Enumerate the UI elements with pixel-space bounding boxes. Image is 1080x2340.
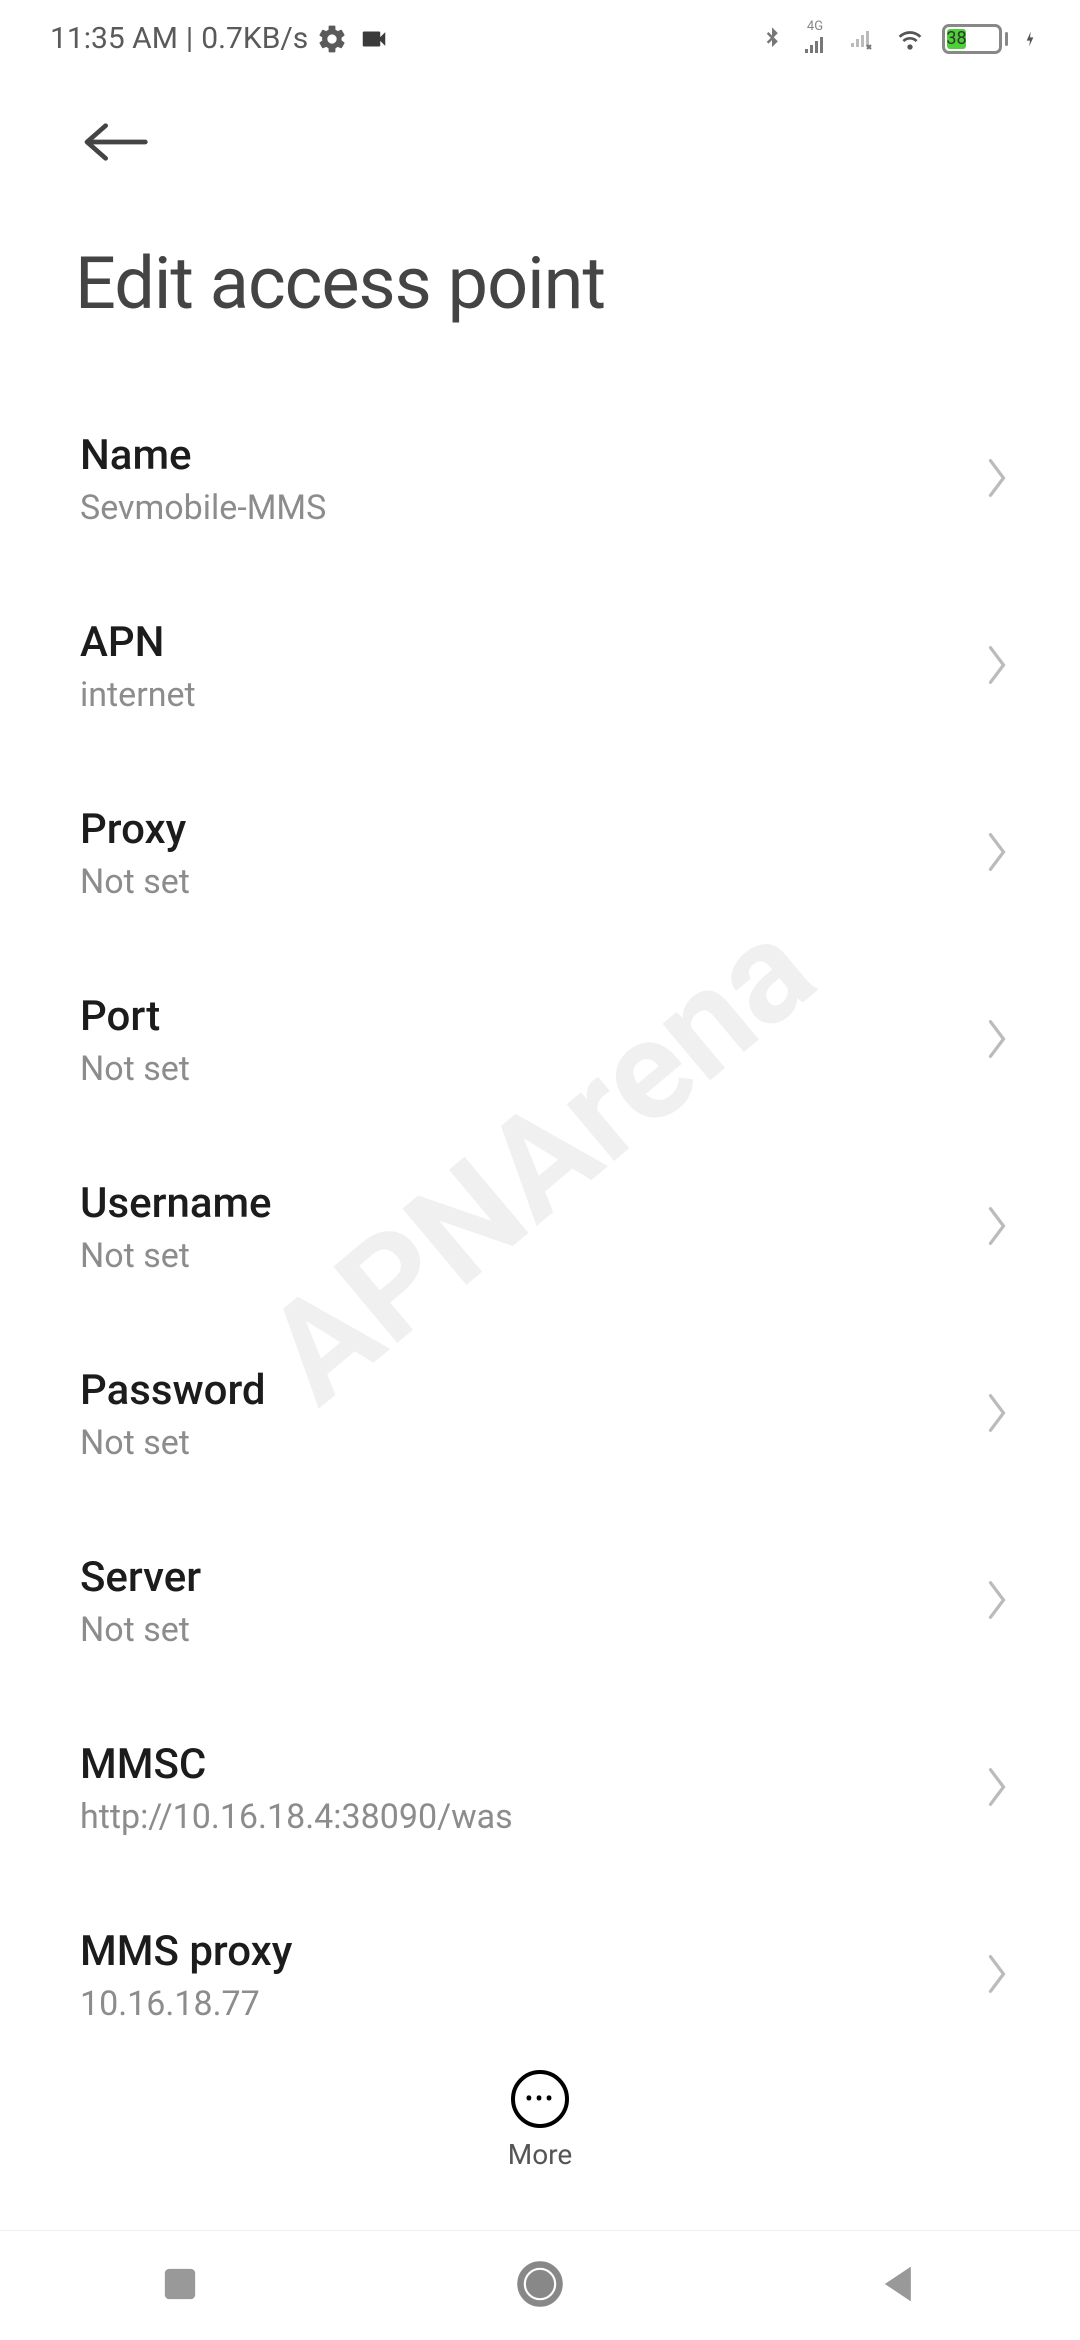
nav-recent-button[interactable] [154, 2258, 206, 2314]
setting-apn[interactable]: APN internet [0, 573, 1080, 760]
back-button[interactable] [80, 152, 150, 171]
status-time: 11:35 AM [50, 21, 178, 56]
battery-percent: 38 [947, 29, 966, 49]
setting-label: Proxy [80, 805, 984, 854]
setting-username[interactable]: Username Not set [0, 1134, 1080, 1321]
setting-value: http://10.16.18.4:38090/was [80, 1797, 984, 1837]
signal-no-sim-icon [844, 27, 878, 51]
setting-mmsc[interactable]: MMSC http://10.16.18.4:38090/was [0, 1695, 1080, 1882]
page-title: Edit access point [0, 201, 1080, 386]
camera-icon [356, 24, 392, 54]
chevron-right-icon [984, 1952, 1010, 2000]
setting-value: Not set [80, 1049, 984, 1089]
signal-4g-group: 4G [798, 20, 832, 57]
setting-value: Not set [80, 1610, 984, 1650]
setting-label: Name [80, 431, 984, 480]
signal-icon [798, 33, 832, 57]
setting-value: 10.16.18.77 [80, 1984, 984, 2024]
setting-name[interactable]: Name Sevmobile-MMS [0, 386, 1080, 573]
more-button[interactable]: ••• More [508, 2070, 573, 2171]
system-nav-bar [0, 2230, 1080, 2340]
setting-value: Not set [80, 1236, 984, 1276]
setting-label: APN [80, 618, 984, 667]
wifi-icon [890, 23, 930, 55]
nav-back-button[interactable] [874, 2258, 926, 2314]
chevron-right-icon [984, 1765, 1010, 1813]
status-data-rate: 0.7KB/s [201, 21, 308, 56]
status-sep: | [186, 21, 193, 56]
setting-label: Port [80, 992, 984, 1041]
setting-label: Password [80, 1366, 984, 1415]
chevron-right-icon [984, 1391, 1010, 1439]
setting-port[interactable]: Port Not set [0, 947, 1080, 1134]
setting-value: Sevmobile-MMS [80, 488, 984, 528]
chevron-right-icon [984, 456, 1010, 504]
setting-server[interactable]: Server Not set [0, 1508, 1080, 1695]
setting-proxy[interactable]: Proxy Not set [0, 760, 1080, 947]
chevron-right-icon [984, 1204, 1010, 1252]
setting-label: MMSC [80, 1740, 984, 1789]
setting-value: Not set [80, 1423, 984, 1463]
more-icon: ••• [511, 2070, 569, 2128]
chevron-right-icon [984, 1578, 1010, 1626]
setting-value: internet [80, 675, 984, 715]
4g-label: 4G [807, 20, 823, 33]
chevron-right-icon [984, 1017, 1010, 1065]
chevron-right-icon [984, 643, 1010, 691]
setting-label: Server [80, 1553, 984, 1602]
battery-indicator: 38 [942, 24, 1008, 54]
more-label: More [508, 2138, 573, 2171]
status-bar: 11:35 AM | 0.7KB/s 4G 38 [0, 0, 1080, 67]
gear-icon [316, 23, 348, 55]
setting-value: Not set [80, 862, 984, 902]
setting-label: MMS proxy [80, 1927, 984, 1976]
nav-home-button[interactable] [514, 2258, 566, 2314]
setting-label: Username [80, 1179, 984, 1228]
chevron-right-icon [984, 830, 1010, 878]
setting-password[interactable]: Password Not set [0, 1321, 1080, 1508]
charging-icon [1020, 22, 1040, 56]
bluetooth-icon [758, 21, 786, 57]
settings-list: Name Sevmobile-MMS APN internet Proxy No… [0, 386, 1080, 2069]
